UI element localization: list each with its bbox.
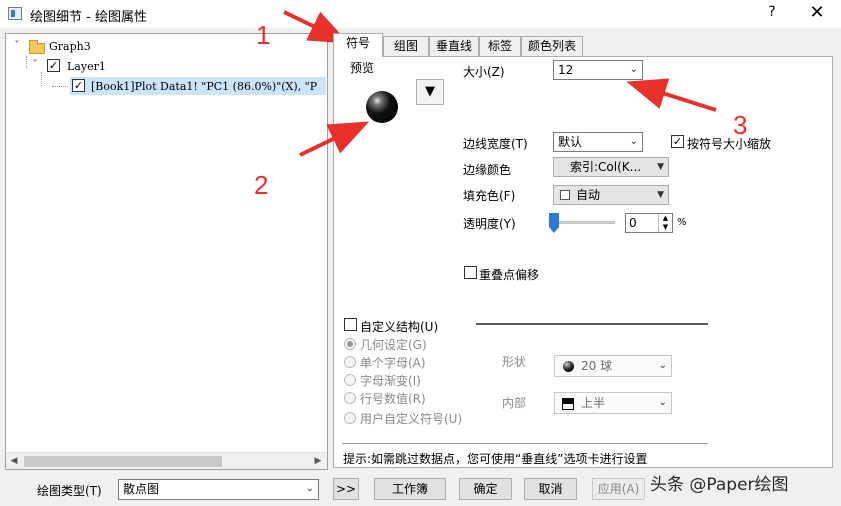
- tab-symbol[interactable]: 符号: [333, 33, 383, 57]
- annotation-number-2: 2: [254, 170, 269, 200]
- annotation-arrow-3: [626, 78, 717, 112]
- annotation-number-1: 1: [256, 20, 271, 50]
- annotation-number-3: 3: [733, 110, 748, 140]
- annotation-arrows: [283, 10, 717, 157]
- watermark-text: 头条 @Paper绘图: [650, 475, 789, 495]
- annotation-arrow-2: [299, 121, 370, 157]
